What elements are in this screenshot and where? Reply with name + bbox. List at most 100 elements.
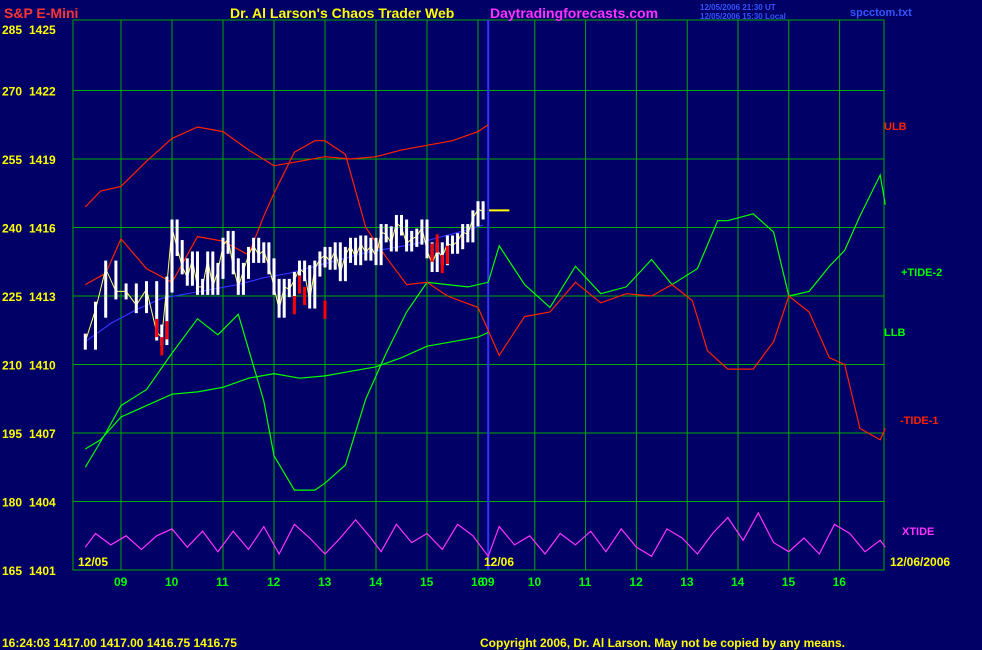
- y-tick-price: 1422: [29, 85, 56, 99]
- price-bar: [389, 226, 393, 252]
- price-bar: [420, 219, 424, 245]
- y-tick-price: 1410: [29, 359, 56, 373]
- price-bar: [466, 224, 470, 243]
- price-bar-down: [160, 337, 164, 356]
- price-bar: [354, 237, 358, 266]
- price-bar: [216, 262, 220, 295]
- site-link[interactable]: Daytradingforecasts.com: [490, 5, 658, 21]
- price-bar: [267, 242, 271, 275]
- y-tick-price: 1404: [29, 496, 56, 510]
- x-axis-labels: 09 10 11 12 13 14 15 1609 10 11 12 13 14 15 16: [114, 575, 846, 589]
- price-bar-down: [298, 275, 301, 294]
- price-bar: [292, 272, 296, 298]
- y-tick-outer: 285: [2, 23, 22, 37]
- price-bar: [318, 251, 322, 277]
- price-bar: [134, 283, 138, 314]
- price-bar-down: [165, 321, 169, 340]
- price-bar: [308, 265, 312, 309]
- price-bar: [369, 237, 373, 261]
- price-bar: [201, 278, 205, 295]
- price-bar: [364, 235, 368, 261]
- series-line-tide2: [84, 173, 886, 491]
- price-bar-down: [292, 296, 296, 315]
- price-bar: [257, 237, 261, 263]
- price-bar-down: [430, 243, 434, 262]
- x-tick-day2: 14: [731, 575, 745, 589]
- x-tick-day2: 16: [833, 575, 847, 589]
- price-bar: [461, 224, 465, 250]
- price-bar: [196, 251, 199, 295]
- price-bar: [124, 283, 128, 300]
- price-bar: [374, 237, 378, 266]
- xtide-label: XTIDE: [902, 526, 934, 538]
- price-bar: [247, 246, 250, 279]
- x-tick-day1: 09: [114, 575, 128, 589]
- price-bar: [456, 233, 460, 254]
- price-bar: [313, 260, 317, 309]
- price-bar: [241, 262, 245, 295]
- y-tick-price: 1425: [29, 23, 56, 37]
- price-bar: [333, 242, 337, 270]
- tide1-label: -TIDE-1: [900, 415, 939, 427]
- y-tick-outer: 225: [2, 290, 22, 304]
- price-bar: [231, 230, 235, 275]
- y-tick-price: 1407: [29, 427, 56, 441]
- price-bar: [410, 230, 414, 252]
- price-bar: [252, 237, 256, 263]
- timestamp-ut: 12/05/2006 21:30 UT: [700, 3, 776, 12]
- price-bar: [323, 246, 327, 268]
- price-bar: [451, 235, 454, 254]
- y-tick-outer: 195: [2, 427, 22, 441]
- y-tick-outer: 210: [2, 359, 22, 373]
- price-bar: [287, 278, 291, 298]
- price-close-line: [84, 208, 484, 342]
- y-tick-outer: 180: [2, 496, 22, 510]
- price-bar: [471, 210, 475, 243]
- price-bars: [83, 201, 510, 356]
- y-axis-labels: 285 1425 270 1422 255 1419 240 1416 225 1413 210 14…: [2, 23, 56, 578]
- price-bar: [180, 240, 184, 275]
- x-tick-day2: 13: [680, 575, 694, 589]
- y-tick-price: 1419: [29, 153, 56, 167]
- price-bar: [170, 219, 174, 293]
- x-tick-day2: 15: [782, 575, 796, 589]
- price-bar: [226, 230, 230, 254]
- price-bar: [145, 281, 148, 314]
- price-bar: [272, 258, 276, 295]
- price-bar: [94, 301, 97, 350]
- chart-grid: [72, 19, 885, 571]
- ulb-label: ULB: [884, 121, 907, 133]
- symbol-label: S&P E-Mini: [4, 5, 78, 21]
- series-line-xtide: [84, 511, 886, 558]
- x-tick-day2: 11: [579, 575, 592, 589]
- price-bar: [190, 251, 194, 286]
- y-tick-outer: 270: [2, 85, 22, 99]
- price-bar: [328, 246, 332, 270]
- price-bar: [359, 235, 363, 266]
- x-tick-day2: 09: [481, 575, 495, 589]
- price-bar: [282, 278, 286, 318]
- price-bar: [104, 260, 108, 318]
- copyright-notice: Copyright 2006, Dr. Al Larson. May not b…: [480, 636, 845, 650]
- price-bar: [175, 219, 179, 257]
- chart-svg: 285 1425270 1422255 1419240 1416225 1413210 14…: [2, 3, 950, 650]
- price-bar-down: [440, 254, 444, 274]
- price-bar: [211, 251, 215, 295]
- series-lines: [84, 124, 886, 558]
- price-bar: [185, 258, 189, 286]
- price-bar: [400, 214, 403, 236]
- date-day2: 12/06: [484, 555, 514, 569]
- price-bar-down: [155, 318, 159, 338]
- price-bar: [303, 260, 307, 282]
- price-bar: [476, 201, 480, 227]
- y-tick-outer: 165: [2, 564, 22, 578]
- data-file-label: spcctom.txt: [850, 7, 912, 19]
- price-bar: [262, 242, 266, 263]
- timestamp-local: 12/05/2006 15:30 Local: [700, 12, 786, 21]
- price-bar: [221, 237, 225, 279]
- chart-title: Dr. Al Larson's Chaos Trader Web: [230, 5, 454, 21]
- x-tick-day1: 12: [267, 575, 281, 589]
- tide2-label: +TIDE-2: [901, 267, 942, 279]
- y-tick-outer: 240: [2, 222, 22, 236]
- price-bar: [236, 258, 240, 295]
